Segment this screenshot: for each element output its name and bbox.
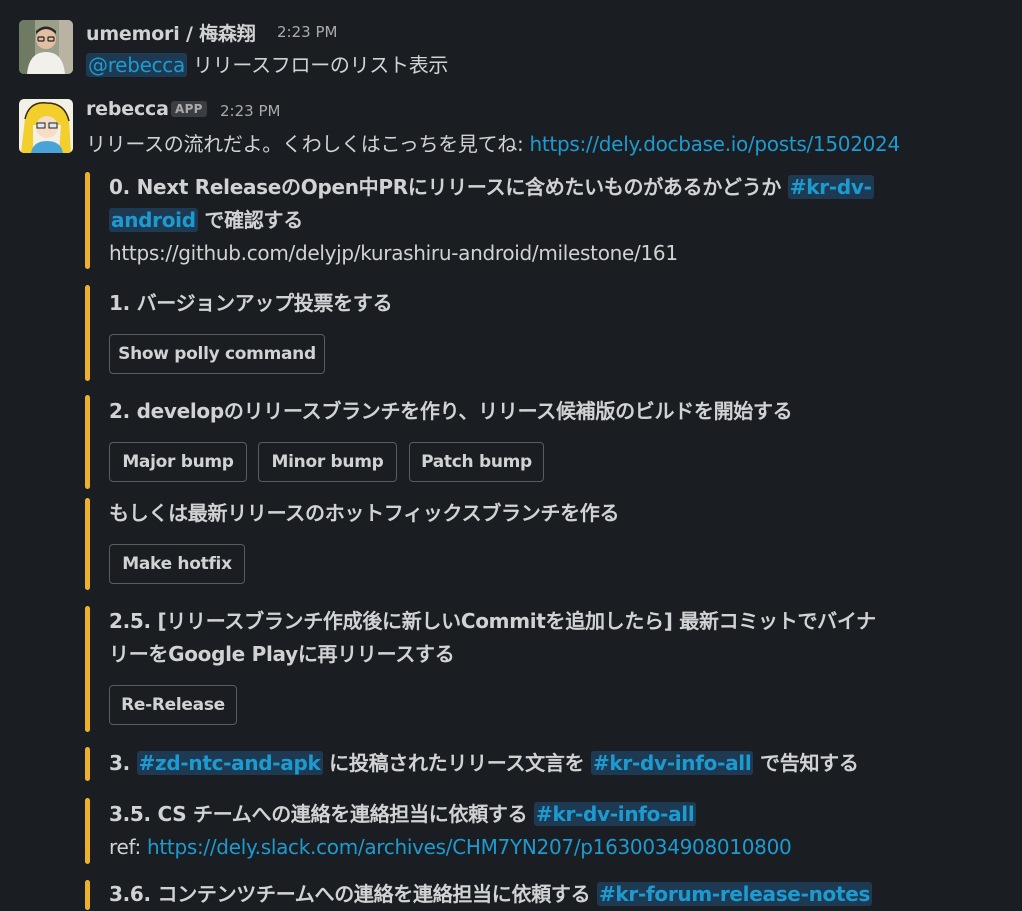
- channel-link[interactable]: #kr-dv-info-all: [590, 751, 754, 775]
- avatar-umemori[interactable]: [19, 20, 73, 74]
- message-text: リリースの流れだよ。くわしくはこっちを見てね: https://dely.doc…: [86, 128, 900, 157]
- step-0-text: 0. Next ReleaseのOpen中PRにリリースに含めたいものがあるかど…: [109, 175, 874, 232]
- channel-link[interactable]: android: [109, 208, 198, 232]
- attachment-bar: [85, 747, 90, 781]
- step-3-5-title: 3.5. CS チームへの連絡を連絡担当に依頼する #kr-dv-info-al…: [109, 802, 697, 826]
- author-name[interactable]: rebecca: [86, 98, 169, 120]
- attachment-bar: [85, 798, 90, 864]
- step-3-text: 3. #zd-ntc-and-apk に投稿されたリリース文言を #kr-dv-…: [109, 751, 859, 775]
- step-3-6-title: 3.6. コンテンツチームへの連絡を連絡担当に依頼する #kr-forum-re…: [109, 882, 873, 906]
- message-body: リリースフローのリスト表示: [186, 53, 449, 77]
- channel-link[interactable]: #zd-ntc-and-apk: [136, 751, 323, 775]
- attachment-bar: [85, 880, 90, 910]
- author-name[interactable]: umemori / 梅森翔: [86, 19, 256, 46]
- message-body: リリースの流れだよ。くわしくはこっちを見てね:: [86, 132, 530, 156]
- channel-link[interactable]: #kr-dv-info-all: [533, 802, 697, 826]
- attachment-bar: [85, 498, 90, 590]
- milestone-link[interactable]: https://github.com/delyjp/kurashiru-andr…: [109, 237, 678, 270]
- show-polly-command-button[interactable]: Show polly command: [109, 334, 325, 374]
- major-bump-button[interactable]: Major bump: [109, 442, 247, 482]
- channel-link[interactable]: #kr-dv-: [787, 175, 874, 199]
- make-hotfix-button[interactable]: Make hotfix: [109, 544, 245, 584]
- hotfix-title: もしくは最新リリースのホットフィックスブランチを作る: [109, 501, 620, 525]
- mention-rebecca[interactable]: @rebecca: [86, 53, 187, 77]
- re-release-button[interactable]: Re-Release: [109, 685, 237, 725]
- attachment-bar: [85, 285, 90, 381]
- avatar-rebecca[interactable]: [19, 99, 73, 153]
- message-text: @rebecca リリースフローのリスト表示: [86, 49, 448, 78]
- minor-bump-button[interactable]: Minor bump: [258, 442, 397, 482]
- attachment-bar: [85, 172, 90, 269]
- app-badge: APP: [171, 101, 207, 117]
- step-2-5-title: 2.5. [リリースブランチ作成後に新しいCommitを追加したら] 最新コミッ…: [109, 609, 876, 666]
- slack-archive-link[interactable]: https://dely.slack.com/archives/CHM7YN20…: [147, 835, 792, 859]
- docbase-link[interactable]: https://dely.docbase.io/posts/1502024: [530, 132, 901, 156]
- timestamp[interactable]: 2:23 PM: [220, 102, 280, 120]
- step-2-title: 2. developのリリースブランチを作り、リリース候補版のビルドを開始する: [109, 399, 793, 423]
- timestamp[interactable]: 2:23 PM: [277, 23, 337, 41]
- patch-bump-button[interactable]: Patch bump: [409, 442, 544, 482]
- step-1-title: 1. バージョンアップ投票をする: [109, 291, 393, 315]
- channel-link[interactable]: #kr-forum-release-notes: [596, 882, 873, 906]
- attachment-bar: [85, 606, 90, 732]
- ref-line: ref: https://dely.slack.com/archives/CHM…: [109, 835, 792, 859]
- attachment-bar: [85, 395, 90, 489]
